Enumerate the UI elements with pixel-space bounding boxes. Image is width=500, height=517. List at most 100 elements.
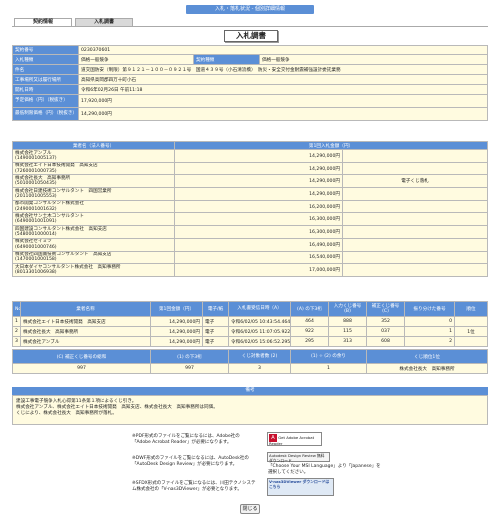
bid-amount: 14,290,000円 — [174, 161, 343, 176]
lottery-header: 入札書受信日時（A） — [228, 301, 291, 317]
bid-bidder: 株式会社セイミツ (6490001000746) — [12, 237, 175, 252]
lottery-amount: 14,290,000円 — [150, 336, 203, 347]
corp-number: (5480001000014) — [15, 231, 57, 237]
lottery-b: 115 — [328, 326, 367, 337]
bid-note — [342, 225, 488, 239]
lottery-header: (A) の下3桁 — [290, 301, 329, 317]
bid-header-amount: 第1回入札金額（円） — [174, 141, 488, 150]
lottery-time: 令和6/02/05 11:07:05.922 — [228, 326, 291, 337]
vnas-badge-label: V-nas3DViewer ダウンロードはこちら — [269, 479, 330, 489]
bid-header-name: 業者名（法人番号） — [12, 141, 175, 150]
lottery-rank: 1位 — [454, 326, 488, 337]
info-label: 入札種類 — [12, 54, 79, 65]
lottery-assigned: 0 — [404, 316, 455, 327]
summary-value: 1 — [290, 363, 367, 374]
bid-bidder: 四国建設コンサルタント株式会社 高知支店 (5480001000014) — [12, 225, 175, 239]
lottery-b: 313 — [328, 336, 367, 347]
bid-note — [342, 250, 488, 265]
summary-header: くじ順位1位 — [366, 349, 488, 364]
info-value: 14,290,000円 — [78, 107, 488, 121]
bid-amount: 16,540,000円 — [174, 250, 343, 265]
corp-number: (2011001005553) — [15, 193, 57, 199]
lottery-type: 電子 — [202, 336, 229, 347]
page-banner: 入札・落札状況 - 個別詳細情報 — [186, 5, 314, 14]
notes-line: くじにより、株式会社長大 高知事務所が落札。 — [16, 411, 117, 416]
lottery-type: 電子 — [202, 316, 229, 327]
bid-amount: 16,200,000円 — [174, 199, 343, 214]
bid-bidder: 株式会社日建技術コンサルタント 四国営業所 (2011001005553) — [12, 187, 175, 201]
autodesk-review-link[interactable]: Autodesk Design Review 無料ダウンロード — [267, 452, 330, 462]
lottery-header: 業者名称 — [20, 301, 151, 317]
bid-bidder: 株式会社四国賞技術コンサルタント 高知支店 (1470001000158) — [12, 250, 175, 265]
lottery-c: 352 — [366, 316, 405, 327]
info-value: 価格一般競争 — [259, 54, 488, 65]
corp-number: (6490001001091) — [15, 219, 57, 225]
info-label: 最低制限価格（円）（税抜き） — [12, 107, 79, 121]
tab-divider — [12, 26, 488, 27]
lottery-header: 振り分けた番号 — [404, 301, 455, 317]
lottery-name: 株式会社アンブル — [20, 336, 151, 347]
bid-amount: 16,300,000円 — [174, 212, 343, 227]
summary-value: 株式会社長大 高知事務所 — [366, 363, 488, 374]
lottery-header: No — [12, 301, 21, 317]
info-label: 契約番号 — [12, 45, 79, 55]
lottery-type: 電子 — [202, 326, 229, 337]
corp-number: (6490001000746) — [15, 244, 57, 250]
lottery-name: 株式会社長大 高知事務所 — [20, 326, 151, 337]
info-value: 道交国防安（制限）第９１２１－１００－０９２１号 国道４３９号（小石清流橋） 防… — [78, 64, 488, 75]
bid-bidder: 大日本ダイヤコンサルタント株式会社 高知事務所 (8013301006938) — [12, 263, 175, 277]
info-label: 開札日時 — [12, 84, 79, 95]
lottery-a3: 922 — [290, 326, 329, 337]
lottery-time: 令和6/02/05 15:06:52.295 — [228, 336, 291, 347]
bid-bidder: 株式会社エイト日本技術開発 高知支店 (7260001000735) — [12, 161, 175, 176]
info-value: 価格一般競争 — [78, 54, 194, 65]
corp-number: (8013301006938) — [15, 270, 57, 276]
lottery-rank — [454, 336, 488, 347]
lottery-name: 株式会社エイト日本技術開発 高知支店 — [20, 316, 151, 327]
dwf-plugin-text: ※DWF形式のファイルをご覧になるには、AutoDesk社の「AutoDesk … — [132, 456, 249, 467]
bid-note — [342, 187, 488, 201]
adobe-reader-link[interactable]: A Get Adobe Acrobat Reader — [267, 432, 322, 446]
summary-value: 3 — [228, 363, 291, 374]
contract-info-table: 契約番号 0230370601 入札種類 価格一般競争 契約種類 価格一般競争 … — [12, 45, 488, 121]
bid-bidder: 株式会社アンブル (1490001005137) — [12, 149, 175, 163]
lottery-c: 608 — [366, 336, 405, 347]
bid-amount: 14,290,000円 — [174, 149, 343, 163]
summary-value: 997 — [12, 363, 151, 374]
bid-note — [342, 149, 488, 163]
vnas-viewer-link[interactable]: V-nas3DViewer ダウンロードはこちら — [267, 478, 334, 496]
lottery-amount: 14,290,000円 — [150, 326, 203, 337]
bid-amount: 14,290,000円 — [174, 174, 343, 189]
bid-amount: 16,490,000円 — [174, 237, 343, 252]
bid-note — [342, 161, 488, 176]
corp-number: (1490001005137) — [15, 155, 57, 161]
lottery-header: 順位 — [454, 301, 488, 317]
lottery-amount: 14,290,000円 — [150, 316, 203, 327]
info-label: 件名 — [12, 64, 79, 75]
info-label: 工事場所又は履行場所 — [12, 74, 79, 85]
corp-number: (7260001000735) — [15, 168, 57, 174]
notes-header: 備考 — [12, 387, 488, 395]
close-button[interactable]: 閉じる — [240, 504, 260, 514]
lottery-c: 037 — [366, 326, 405, 337]
summary-header: (C) 補正くじ番号の総和 — [12, 349, 151, 364]
lottery-assigned: 1 — [404, 326, 455, 337]
bid-note — [342, 199, 488, 214]
lottery-header: 電子/紙 — [202, 301, 229, 317]
lottery-rank — [454, 316, 488, 327]
bid-bidder: 株式会社サン土木コンサルタント (6490001001091) — [12, 212, 175, 227]
lottery-a3: 464 — [290, 316, 329, 327]
summary-header: くじ対象者数 (2) — [228, 349, 291, 364]
info-label: 契約種類 — [193, 54, 260, 65]
lottery-table: No 業者名称 第1回金額（円） 電子/紙 入札書受信日時（A） (A) の下3… — [12, 301, 488, 347]
bid-bidder: 都市開発コンサルタント株式会社 (2490001001632) — [12, 199, 175, 214]
corp-number: (1470001000158) — [15, 257, 57, 263]
lottery-header: 入力くじ番号 (B) — [328, 301, 367, 317]
pdf-plugin-text: ※PDF形式のファイルをご覧になるには、Adobe社の「Adobe Acroba… — [132, 434, 240, 445]
sfdx-plugin-text: ※SFDX形式のファイルをご覧になるには、川田テクノシステム株式会社の「V-na… — [132, 481, 256, 492]
lottery-time: 令和6/02/05 10:43:54.464 — [228, 316, 291, 327]
lottery-no: 2 — [12, 326, 21, 337]
page-title: 入札調書 — [224, 30, 278, 42]
info-value: 高知県高岡郡四万十町小石 — [78, 74, 488, 85]
autodesk-badge-label: Autodesk Design Review 無料ダウンロード — [269, 453, 325, 463]
